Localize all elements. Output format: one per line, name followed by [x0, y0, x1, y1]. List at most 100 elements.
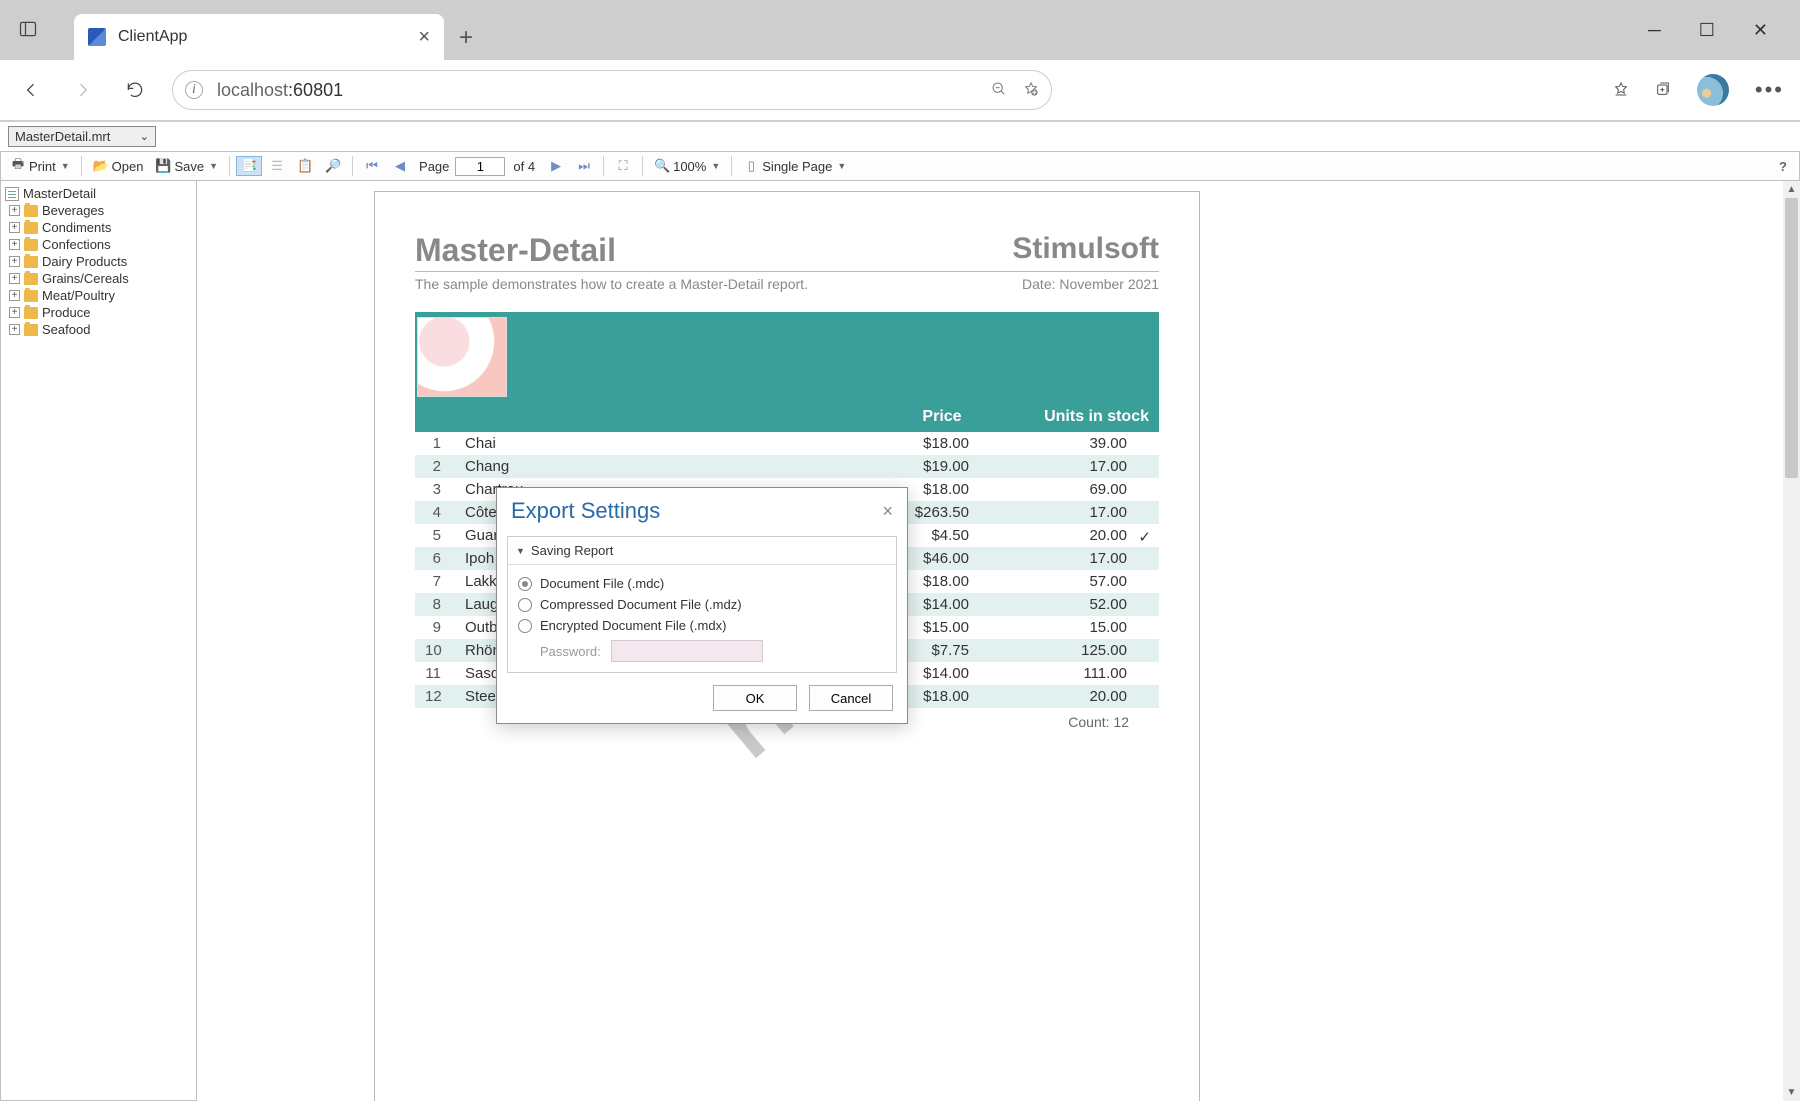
tree-item[interactable]: +Beverages	[5, 202, 192, 219]
scroll-up-icon[interactable]: ▲	[1783, 181, 1800, 198]
radio-mdc[interactable]: Document File (.mdc)	[518, 573, 886, 594]
report-subtitle: The sample demonstrates how to create a …	[415, 276, 808, 292]
open-button[interactable]: 📂Open	[88, 156, 149, 176]
scroll-down-icon[interactable]: ▼	[1783, 1084, 1800, 1101]
tree-item[interactable]: + Produce	[5, 304, 192, 321]
dialog-close-icon[interactable]: ×	[882, 501, 893, 522]
back-button[interactable]	[16, 75, 46, 105]
browser-tab-strip: ClientApp × + ─ ☐ ✕	[0, 0, 1800, 60]
vertical-scrollbar[interactable]: ▲ ▼	[1783, 181, 1800, 1101]
tab-title: ClientApp	[118, 28, 187, 46]
browser-tab[interactable]: ClientApp ×	[74, 14, 444, 60]
report-viewport[interactable]: rial Master-Detail Stimulsoft The sample…	[197, 181, 1800, 1101]
header-units: Units in stock	[999, 402, 1159, 432]
tree-item[interactable]: + Condiments	[5, 219, 192, 236]
expand-icon[interactable]: +	[9, 222, 20, 233]
pagemode-dropdown[interactable]: ▯Single Page▼	[738, 156, 851, 176]
profile-avatar[interactable]	[1697, 74, 1729, 106]
folder-icon	[24, 324, 38, 336]
file-select[interactable]: MasterDetail.mrt ⌄	[8, 126, 156, 147]
tree-item[interactable]: +Dairy Products	[5, 253, 192, 270]
viewer-body: MasterDetail +Beverages+Condiments+Confe…	[0, 181, 1800, 1101]
window-controls: ─ ☐ ✕	[1648, 20, 1788, 41]
address-bar: i localhost:60801 •••	[0, 60, 1800, 122]
help-button[interactable]: ?	[1779, 159, 1795, 174]
tree-item-label: Confections	[42, 237, 111, 252]
tree-item-label: Seafood	[42, 322, 90, 337]
sidebar-toggle-icon[interactable]	[18, 19, 38, 42]
prev-page-button[interactable]: ◀	[387, 156, 413, 176]
expand-icon[interactable]: +	[9, 273, 20, 284]
first-page-button[interactable]: ⏮	[359, 156, 385, 176]
ok-button[interactable]: OK	[713, 685, 797, 711]
favorites-icon[interactable]	[1613, 81, 1629, 100]
folder-icon	[24, 222, 38, 234]
refresh-button[interactable]	[120, 75, 150, 105]
find-button[interactable]: 🔎	[320, 156, 346, 176]
tree-item[interactable]: + Seafood	[5, 321, 192, 338]
params-toggle[interactable]: ☰	[264, 156, 290, 176]
expand-icon[interactable]: +	[9, 290, 20, 301]
site-info-icon[interactable]: i	[185, 81, 203, 99]
check-icon: ✓	[1138, 528, 1151, 546]
fullscreen-button[interactable]: ⛶	[610, 156, 636, 176]
expand-icon[interactable]: +	[9, 205, 20, 216]
header-price: Price	[885, 402, 999, 432]
radio-mdx[interactable]: Encrypted Document File (.mdx)	[518, 615, 886, 636]
saving-report-group-header[interactable]: ▼Saving Report	[508, 537, 896, 565]
next-page-button[interactable]: ▶	[543, 156, 569, 176]
tree-item[interactable]: + Confections	[5, 236, 192, 253]
zoom-out-icon[interactable]	[991, 81, 1007, 100]
document-icon	[5, 187, 19, 201]
close-window-icon[interactable]: ✕	[1753, 20, 1768, 41]
more-icon[interactable]: •••	[1755, 77, 1784, 103]
page-total: of 4	[513, 159, 535, 174]
bookmarks-toggle[interactable]: 📑	[236, 156, 262, 176]
page-input[interactable]	[455, 157, 505, 176]
scroll-thumb[interactable]	[1785, 198, 1798, 478]
tree-item-label: Produce	[42, 305, 90, 320]
radio-icon	[518, 598, 532, 612]
folder-icon	[24, 256, 38, 268]
new-tab-button[interactable]: +	[444, 16, 488, 60]
tree-item-label: Grains/Cereals	[42, 271, 129, 286]
table-row: 2Chang$19.0017.00	[415, 455, 1159, 478]
password-input[interactable]	[611, 640, 763, 662]
resources-toggle[interactable]: 📋	[292, 156, 318, 176]
table-header: Price Units in stock	[415, 402, 1159, 432]
bookmarks-panel: MasterDetail +Beverages+Condiments+Confe…	[0, 181, 197, 1101]
tree-root[interactable]: MasterDetail	[5, 185, 192, 202]
last-page-button[interactable]: ⏭	[571, 156, 597, 176]
expand-icon[interactable]: +	[9, 256, 20, 267]
tab-close-icon[interactable]: ×	[418, 26, 430, 49]
maximize-icon[interactable]: ☐	[1699, 20, 1715, 41]
radio-icon	[518, 577, 532, 591]
tree-item[interactable]: + Meat/Poultry	[5, 287, 192, 304]
expand-icon[interactable]: +	[9, 307, 20, 318]
expand-icon[interactable]: +	[9, 324, 20, 335]
table-row: 1Chai$18.0039.00	[415, 432, 1159, 455]
collections-icon[interactable]	[1655, 81, 1671, 100]
save-button[interactable]: 💾Save▼	[150, 156, 223, 176]
url-text: localhost:60801	[217, 80, 343, 101]
report-brand: Stimulsoft	[1012, 232, 1159, 266]
password-row: Password:	[518, 640, 886, 662]
cancel-button[interactable]: Cancel	[809, 685, 893, 711]
minimize-icon[interactable]: ─	[1648, 20, 1661, 41]
url-field[interactable]: i localhost:60801	[172, 70, 1052, 110]
expand-icon[interactable]: +	[9, 239, 20, 250]
forward-button[interactable]	[68, 75, 98, 105]
folder-icon	[24, 239, 38, 251]
tree-item[interactable]: + Grains/Cereals	[5, 270, 192, 287]
tree-item-label: Meat/Poultry	[42, 288, 115, 303]
report-date: Date: November 2021	[1022, 276, 1159, 292]
tree-item-label: Condiments	[42, 220, 111, 235]
radio-mdz[interactable]: Compressed Document File (.mdz)	[518, 594, 886, 615]
zoom-dropdown[interactable]: 🔍100%▼	[649, 156, 725, 176]
radio-icon	[518, 619, 532, 633]
viewer-toolbar: 🖶Print▼ 📂Open 💾Save▼ 📑 ☰ 📋 🔎 ⏮ ◀ Page of…	[0, 151, 1800, 181]
favorite-add-icon[interactable]	[1023, 81, 1039, 100]
print-button[interactable]: 🖶Print▼	[5, 156, 75, 176]
collapse-icon: ▼	[516, 546, 525, 556]
favicon-icon	[88, 28, 106, 46]
